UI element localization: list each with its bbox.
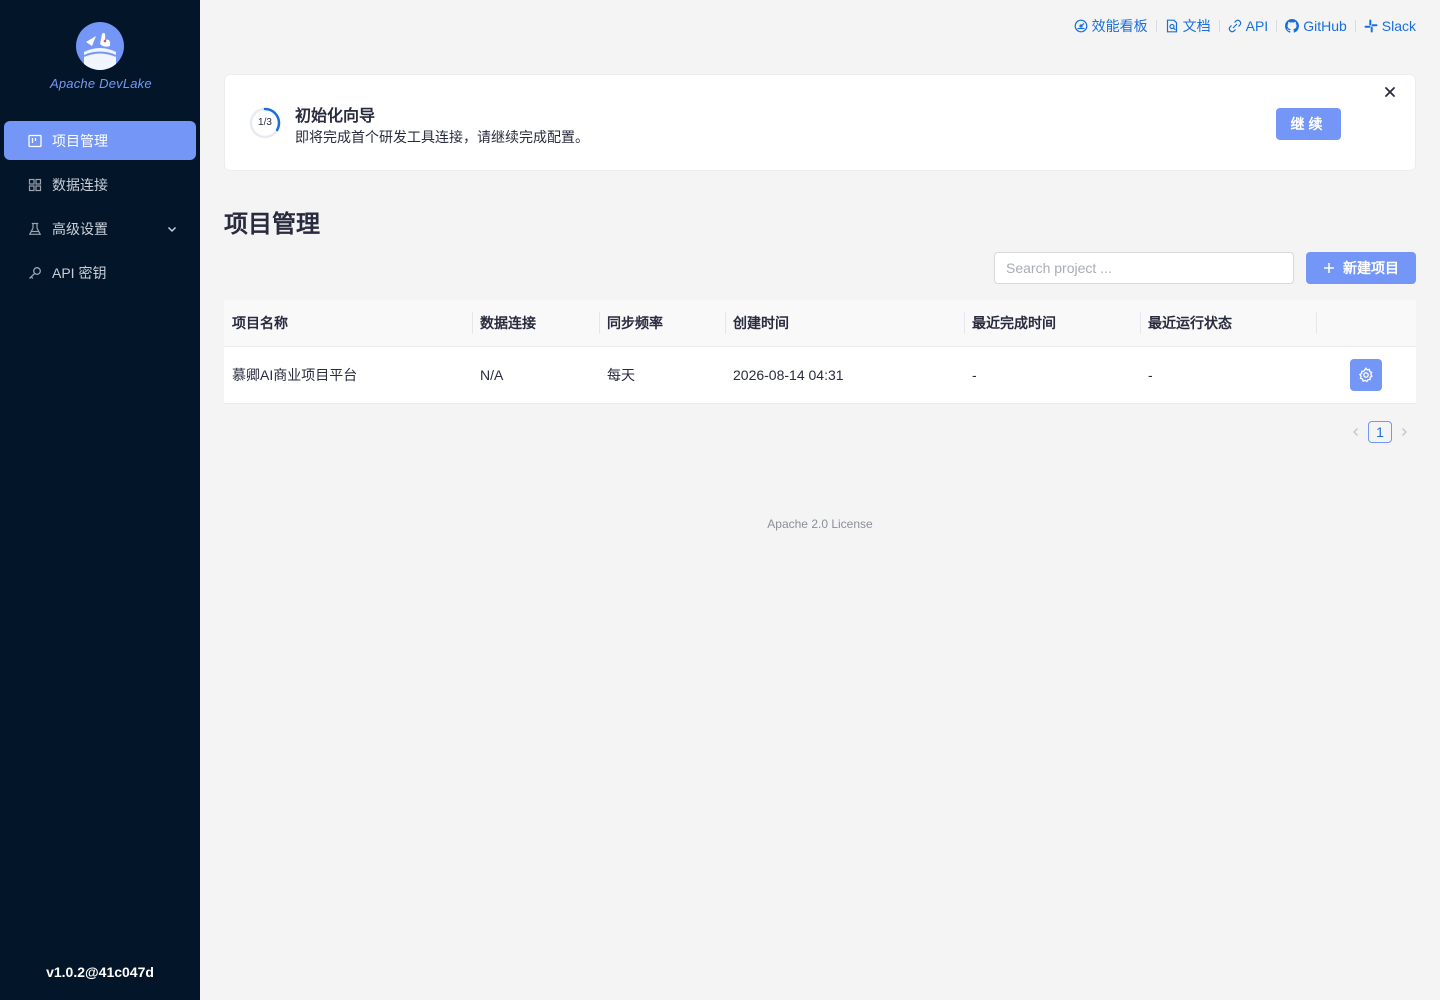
onboarding-title: 初始化向导 — [295, 108, 376, 125]
project-name-cell[interactable]: 慕卿AI商业项目平台 — [224, 347, 472, 403]
slack-link-label: Slack — [1381, 18, 1416, 34]
dashboard-icon — [1074, 19, 1088, 33]
table-header: 项目名称 数据连接 同步频率 创建时间 最近完成时间 最近运行状态 — [224, 300, 1416, 347]
chevron-right-icon — [1402, 428, 1407, 436]
search-input[interactable] — [994, 252, 1294, 284]
column-header: 创建时间 — [725, 300, 964, 346]
last-completed-cell: - — [972, 367, 977, 383]
projects-table: 项目名称 数据连接 同步频率 创建时间 最近完成时间 最近运行状态 慕卿AI商业… — [224, 300, 1416, 404]
sidebar-nav: 项目管理 数据连接 高级设置 API 密钥 — [4, 121, 196, 297]
divider — [1155, 20, 1157, 32]
sidebar-item-projects[interactable]: 项目管理 — [4, 121, 196, 160]
sidebar-item-connections[interactable]: 数据连接 — [4, 165, 196, 204]
slack-icon — [1364, 19, 1378, 33]
logo[interactable]: Apache DevLake — [50, 22, 152, 91]
github-link[interactable]: GitHub — [1285, 18, 1347, 34]
onboarding-description: 即将完成首个研发工具连接，请继续完成配置。 — [295, 129, 589, 145]
sync-frequency-cell: 每天 — [607, 367, 635, 383]
column-header: 最近完成时间 — [964, 300, 1140, 346]
plus-icon — [1324, 263, 1334, 273]
sidebar: Apache DevLake 项目管理 数据连接 高级设置 API 密钥 v1.… — [0, 0, 200, 1000]
docs-link-label: 文档 — [1182, 18, 1211, 34]
connection-cell: N/A — [480, 367, 504, 383]
document-icon — [1166, 19, 1177, 33]
license-footer: Apache 2.0 License — [767, 517, 873, 531]
column-header: 同步频率 — [599, 300, 725, 346]
last-status-cell: - — [1148, 367, 1153, 383]
close-icon[interactable] — [1383, 85, 1397, 99]
divider — [1354, 20, 1356, 32]
page-title: 项目管理 — [224, 211, 320, 238]
slack-link[interactable]: Slack — [1364, 18, 1416, 34]
sidebar-item-advanced[interactable]: 高级设置 — [4, 209, 196, 248]
sidebar-item-label: 项目管理 — [52, 132, 108, 149]
api-icon — [1228, 19, 1241, 33]
prev-page-button[interactable] — [1344, 421, 1368, 443]
settings-button[interactable] — [1350, 359, 1382, 391]
gear-icon — [1358, 367, 1373, 383]
github-link-label: GitHub — [1303, 18, 1347, 34]
top-links: 效能看板 文档 API GitHub Slack — [1074, 16, 1416, 36]
logo-text: Apache DevLake — [50, 76, 152, 91]
new-project-button[interactable]: 新建项目 — [1306, 252, 1416, 284]
table-row: 慕卿AI商业项目平台 N/A 每天 2026-08-14 04:31 - - — [224, 347, 1416, 404]
dashboard-link-label: 效能看板 — [1091, 18, 1148, 34]
devlake-logo-icon — [76, 22, 124, 70]
chevron-down-icon — [166, 222, 178, 234]
page-number[interactable]: 1 — [1368, 421, 1392, 443]
column-header: 最近运行状态 — [1140, 300, 1316, 346]
sidebar-item-label: 高级设置 — [52, 220, 108, 237]
divider — [1218, 20, 1220, 32]
column-header: 项目名称 — [232, 315, 288, 331]
continue-button[interactable]: 继续 — [1276, 108, 1341, 140]
progress-text: 1/3 — [258, 117, 272, 128]
key-icon — [28, 266, 42, 280]
pagination: 1 — [1344, 421, 1416, 443]
grid-icon — [28, 178, 42, 192]
sidebar-item-api-keys[interactable]: API 密钥 — [4, 253, 196, 292]
created-at-cell: 2026-08-14 04:31 — [733, 367, 844, 383]
api-link-label: API — [1245, 18, 1269, 34]
docs-link[interactable]: 文档 — [1165, 16, 1211, 36]
actions-cell — [1316, 347, 1416, 403]
column-header — [1316, 300, 1416, 346]
progress-ring: 1/3 — [249, 107, 281, 139]
api-link[interactable]: API — [1228, 18, 1269, 34]
version-label: v1.0.2@41c047d — [46, 964, 154, 980]
column-header: 数据连接 — [472, 300, 599, 346]
project-icon — [28, 134, 42, 148]
flask-icon — [28, 222, 42, 236]
new-project-label: 新建项目 — [1343, 260, 1399, 276]
dashboard-link[interactable]: 效能看板 — [1074, 16, 1148, 36]
onboarding-card: 1/3 初始化向导 即将完成首个研发工具连接，请继续完成配置。 继续 — [224, 74, 1416, 171]
divider — [1276, 20, 1278, 32]
next-page-button[interactable] — [1392, 421, 1416, 443]
github-icon — [1285, 19, 1300, 33]
sidebar-item-label: API 密钥 — [52, 264, 107, 281]
chevron-left-icon — [1353, 428, 1358, 436]
sidebar-item-label: 数据连接 — [52, 176, 108, 193]
